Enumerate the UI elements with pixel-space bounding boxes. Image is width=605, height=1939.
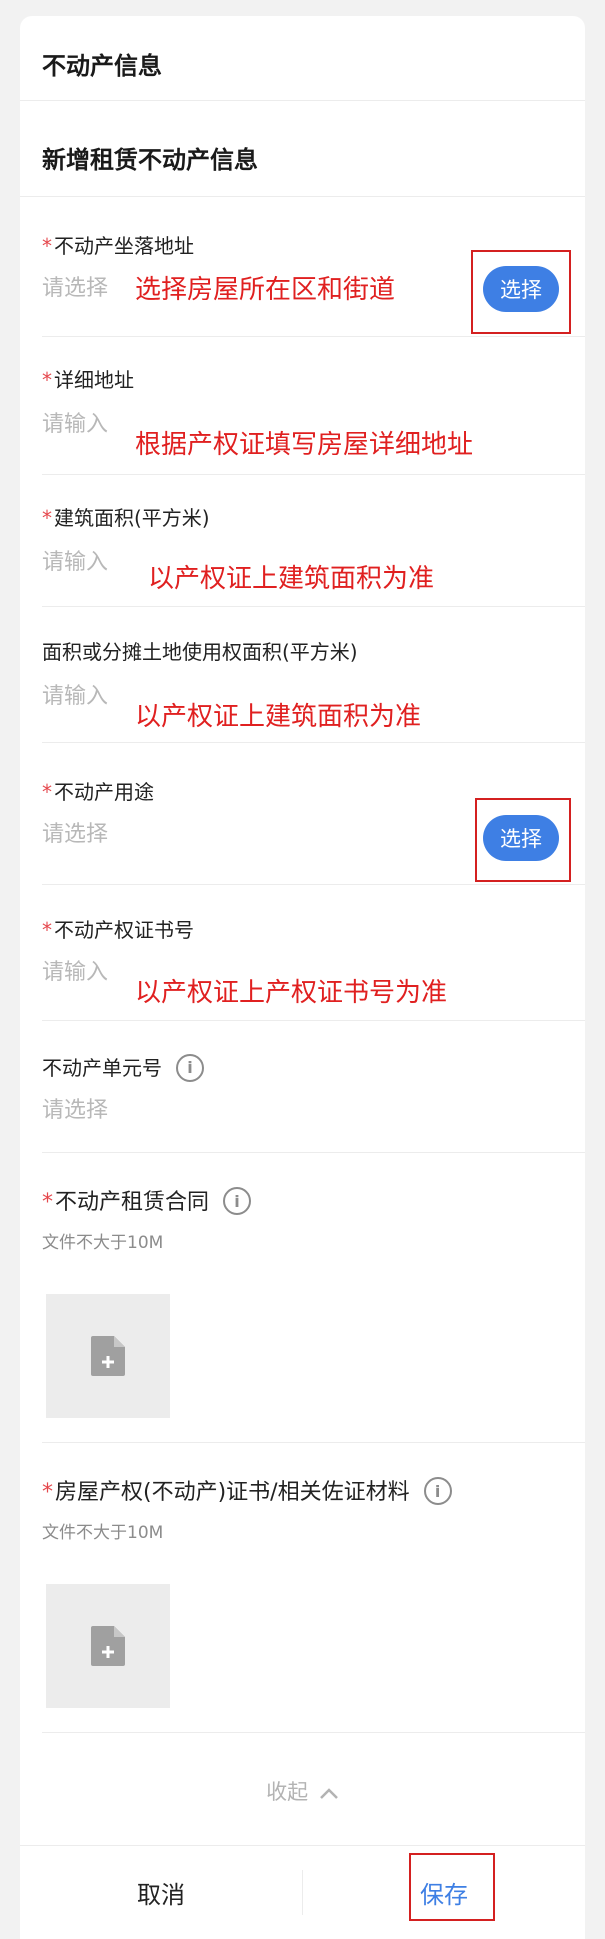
detail-label: 详细地址 bbox=[54, 368, 134, 392]
land-area-annotation: 以产权证上建筑面积为准 bbox=[135, 702, 422, 732]
file-add-icon bbox=[91, 1336, 125, 1376]
divider bbox=[20, 100, 585, 101]
certificate-hint: 文件不大于10M bbox=[42, 1523, 164, 1543]
required-mark: * bbox=[42, 1480, 53, 1505]
contract-field-label: *不动产租赁合同 i bbox=[42, 1184, 563, 1217]
area-input[interactable]: 请输入 bbox=[42, 544, 108, 576]
info-icon[interactable]: i bbox=[423, 1477, 452, 1505]
location-label: 不动产坐落地址 bbox=[54, 234, 194, 258]
collapse-toggle[interactable]: 收起 bbox=[20, 1776, 585, 1806]
area-annotation: 以产权证上建筑面积为准 bbox=[148, 564, 435, 594]
form-title: 新增租赁不动产信息 bbox=[42, 146, 258, 174]
highlight-box bbox=[409, 1853, 495, 1921]
file-add-icon bbox=[91, 1626, 125, 1666]
info-icon[interactable]: i bbox=[223, 1187, 252, 1215]
contract-hint: 文件不大于10M bbox=[42, 1233, 164, 1253]
divider bbox=[42, 884, 585, 885]
land-area-input[interactable]: 请输入 bbox=[42, 678, 108, 710]
divider bbox=[42, 1442, 585, 1443]
certificate-upload-button[interactable] bbox=[46, 1584, 170, 1708]
divider bbox=[42, 1732, 585, 1733]
info-icon[interactable]: i bbox=[176, 1053, 204, 1082]
required-mark: * bbox=[42, 780, 52, 804]
cert-no-input[interactable]: 请输入 bbox=[42, 954, 108, 986]
highlight-box bbox=[471, 250, 571, 334]
land-area-field-label: 面积或分摊土地使用权面积(平方米) bbox=[42, 636, 563, 665]
area-field-label: * 建筑面积(平方米) bbox=[42, 502, 563, 531]
unit-no-select[interactable]: 请选择 bbox=[42, 1092, 108, 1124]
divider bbox=[42, 474, 585, 475]
required-mark: * bbox=[42, 368, 52, 392]
certificate-field-label: *房屋产权(不动产)证书/相关佐证材料 i bbox=[42, 1474, 563, 1507]
location-select[interactable]: 请选择 bbox=[42, 270, 108, 302]
property-info-card: 不动产信息 新增租赁不动产信息 * 不动产坐落地址 请选择 选择房屋所在区和街道 … bbox=[20, 16, 585, 1939]
cert-no-field-label: * 不动产权证书号 bbox=[42, 914, 563, 943]
usage-label: 不动产用途 bbox=[54, 780, 154, 804]
detail-input[interactable]: 请输入 bbox=[42, 406, 108, 438]
divider bbox=[42, 1020, 585, 1021]
contract-upload-button[interactable] bbox=[46, 1294, 170, 1418]
cert-no-label: 不动产权证书号 bbox=[54, 918, 194, 942]
detail-annotation: 根据产权证填写房屋详细地址 bbox=[135, 430, 474, 460]
location-annotation: 选择房屋所在区和街道 bbox=[135, 275, 396, 305]
footer-actions: 取消 保存 bbox=[20, 1845, 585, 1939]
collapse-label: 收起 bbox=[266, 1780, 309, 1804]
land-area-label: 面积或分摊土地使用权面积(平方米) bbox=[42, 640, 358, 664]
divider bbox=[20, 196, 585, 197]
contract-label: 不动产租赁合同 bbox=[55, 1190, 210, 1215]
detail-field-label: * 详细地址 bbox=[42, 364, 563, 393]
highlight-box bbox=[475, 798, 571, 882]
required-mark: * bbox=[42, 234, 52, 258]
divider bbox=[42, 742, 585, 743]
divider bbox=[42, 1152, 585, 1153]
usage-select[interactable]: 请选择 bbox=[42, 816, 108, 848]
unit-no-label: 不动产单元号 bbox=[42, 1056, 162, 1080]
unit-no-field-label: 不动产单元号 i bbox=[42, 1052, 563, 1084]
cancel-button[interactable]: 取消 bbox=[20, 1846, 302, 1939]
chevron-up-icon bbox=[319, 1788, 338, 1799]
divider bbox=[42, 336, 585, 337]
section-title: 不动产信息 bbox=[42, 52, 162, 80]
required-mark: * bbox=[42, 506, 52, 530]
required-mark: * bbox=[42, 918, 52, 942]
area-label: 建筑面积(平方米) bbox=[54, 506, 210, 530]
certificate-label: 房屋产权(不动产)证书/相关佐证材料 bbox=[55, 1480, 410, 1505]
cert-no-annotation: 以产权证上产权证书号为准 bbox=[135, 978, 448, 1008]
required-mark: * bbox=[42, 1190, 53, 1215]
divider bbox=[42, 606, 585, 607]
